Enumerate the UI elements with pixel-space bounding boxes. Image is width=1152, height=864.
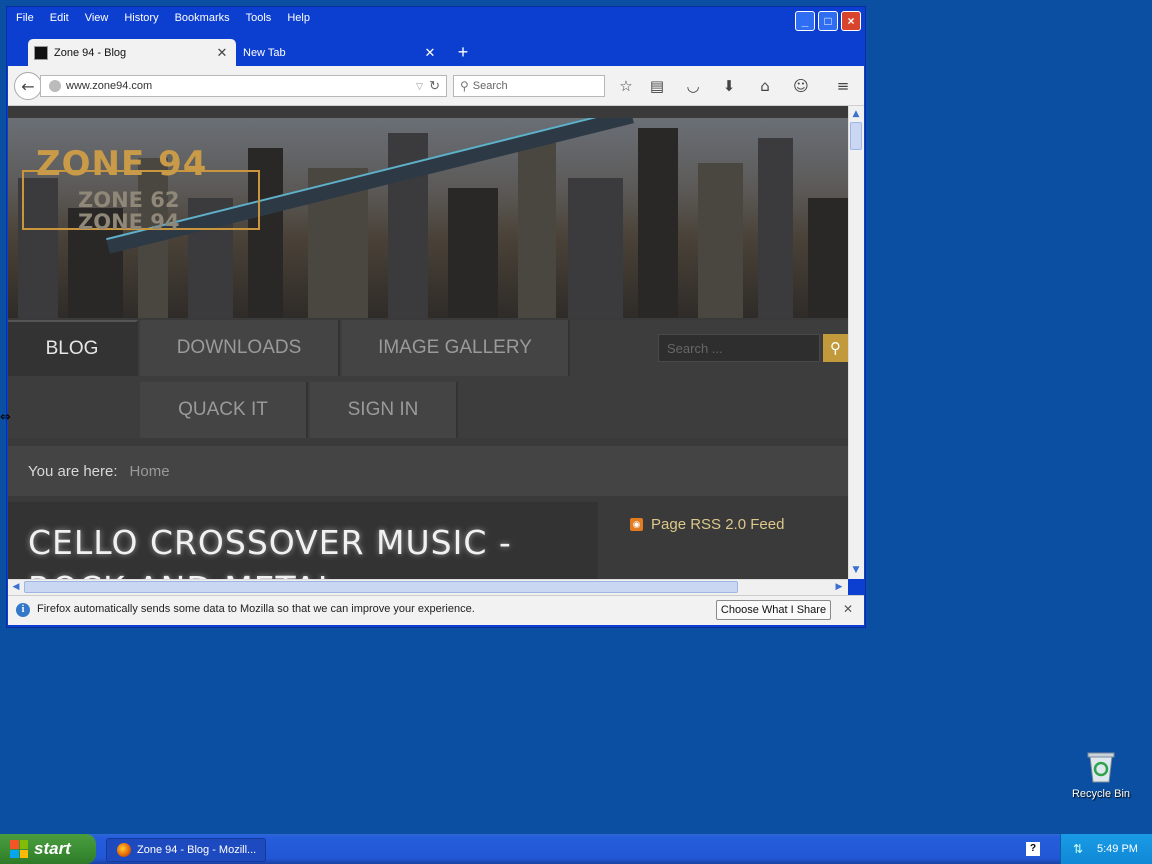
search-placeholder: Search [472,80,508,92]
close-window-button[interactable]: × [841,11,861,31]
menu-tools[interactable]: Tools [238,8,280,28]
taskbar-item-label: Zone 94 - Blog - Mozill... [137,844,257,856]
url-text: www.zone94.com [66,80,153,92]
search-icon: ⚲ [830,339,841,357]
download-icon[interactable]: ⬇ [719,76,739,96]
info-icon: i [16,603,30,617]
close-notification-icon[interactable]: ✕ [842,602,854,616]
recycle-bin-icon[interactable] [1086,750,1116,784]
menu-history[interactable]: History [116,8,166,28]
menu-view[interactable]: View [77,8,117,28]
vertical-scroll-thumb[interactable] [850,122,862,150]
reload-icon[interactable]: ↻ [429,78,440,94]
horizontal-scroll-thumb[interactable] [24,581,738,593]
minimize-icon: _ [801,14,809,28]
scroll-left-arrow-icon[interactable]: ◀ [9,580,23,594]
article-title[interactable]: CELLO CROSSOVER MUSIC - ROCK AND METAL [28,520,588,579]
site-logo-title[interactable]: ZONE 94 [36,144,207,184]
scroll-up-arrow-icon[interactable]: ▲ [849,107,863,121]
search-icon: ⚲ [460,79,469,93]
url-bar[interactable]: www.zone94.com ▽ ↻ [40,75,447,97]
scroll-right-arrow-icon[interactable]: ▶ [832,580,846,594]
site-logo-sub2: ZONE 94 [78,210,180,234]
home-icon[interactable]: ⌂ [755,76,775,96]
site-favicon-icon [34,45,48,60]
rss-label: Page RSS 2.0 Feed [651,515,785,533]
reading-list-icon[interactable]: ▤ [647,76,667,96]
vertical-scrollbar[interactable] [848,106,864,579]
tab-zone94-blog[interactable]: Zone 94 - Blog ✕ [28,39,236,66]
tab-label: Zone 94 - Blog [54,46,127,59]
rss-feed-link[interactable]: ◉ Page RSS 2.0 Feed [610,502,848,546]
firefox-icon [117,843,131,857]
taskbar-firefox-item[interactable]: Zone 94 - Blog - Mozill... [106,838,266,862]
start-label: start [34,839,71,858]
breadcrumb-home-link[interactable]: Home [130,463,170,480]
close-icon: × [847,14,855,28]
site-search-placeholder: Search ... [667,340,723,356]
maximize-button[interactable]: □ [818,11,838,31]
tab-close-icon[interactable]: ✕ [422,45,438,61]
tab-new-tab[interactable]: New Tab ✕ [238,39,444,66]
system-tray: ⇅ 5:49 PM [1060,834,1152,864]
back-arrow-icon: ← [21,76,35,96]
tab-label: New Tab [243,46,286,59]
choose-what-i-share-button[interactable]: Choose What I Share [716,600,831,620]
site-nav-downloads[interactable]: DOWNLOADS [140,320,340,376]
menu-bar: File Edit View History Bookmarks Tools H… [8,8,792,28]
clock[interactable]: 5:49 PM [1097,843,1138,855]
globe-icon [49,80,61,92]
notification-text: Firefox automatically sends some data to… [37,603,475,615]
rss-icon: ◉ [630,517,643,531]
hello-chat-icon[interactable]: ☺ [791,76,811,96]
site-nav-sign-in[interactable]: SIGN IN [310,382,458,438]
menu-help[interactable]: Help [279,8,318,28]
bookmark-star-icon[interactable]: ☆ [616,76,636,96]
sidebar-module [610,558,848,579]
tab-close-icon[interactable]: ✕ [214,45,230,61]
resize-cursor-icon: ⇔ [0,410,11,425]
site-search-input[interactable]: Search ... [658,334,820,362]
hamburger-menu-icon[interactable]: ≡ [833,76,853,96]
breadcrumb: You are here: Home [8,446,848,496]
network-icon[interactable]: ⇅ [1071,842,1085,856]
help-icon[interactable]: ? [1026,842,1040,856]
menu-file[interactable]: File [8,8,42,28]
site-banner-image: ZONE 94 ZONE 62 ZONE 94 [8,118,848,318]
new-tab-button[interactable]: + [455,42,471,62]
site-logo-sub1: ZONE 62 [78,188,180,212]
browser-search-input[interactable]: ⚲ Search [453,75,605,97]
breadcrumb-label: You are here: [28,462,118,480]
site-nav-image-gallery[interactable]: IMAGE GALLERY [342,320,570,376]
maximize-icon: □ [824,14,832,28]
pocket-icon[interactable]: ◡ [683,76,703,96]
minimize-button[interactable]: _ [795,11,815,31]
recycle-bin-label[interactable]: Recycle Bin [1060,788,1142,800]
windows-logo-icon [10,840,28,858]
site-nav-blog[interactable]: BLOG [8,320,138,376]
start-button[interactable]: start [0,834,96,864]
scroll-down-arrow-icon[interactable]: ▼ [849,563,863,577]
menu-edit[interactable]: Edit [42,8,77,28]
page-content: ZONE 94 ZONE 62 ZONE 94 BLOG DOWNLOADS I… [8,106,848,579]
site-search-button[interactable]: ⚲ [823,334,848,362]
menu-bookmarks[interactable]: Bookmarks [167,8,238,28]
back-button[interactable]: ← [14,72,42,100]
history-dropdown-icon[interactable]: ▽ [416,81,423,92]
site-nav-quack-it[interactable]: QUACK IT [140,382,308,438]
